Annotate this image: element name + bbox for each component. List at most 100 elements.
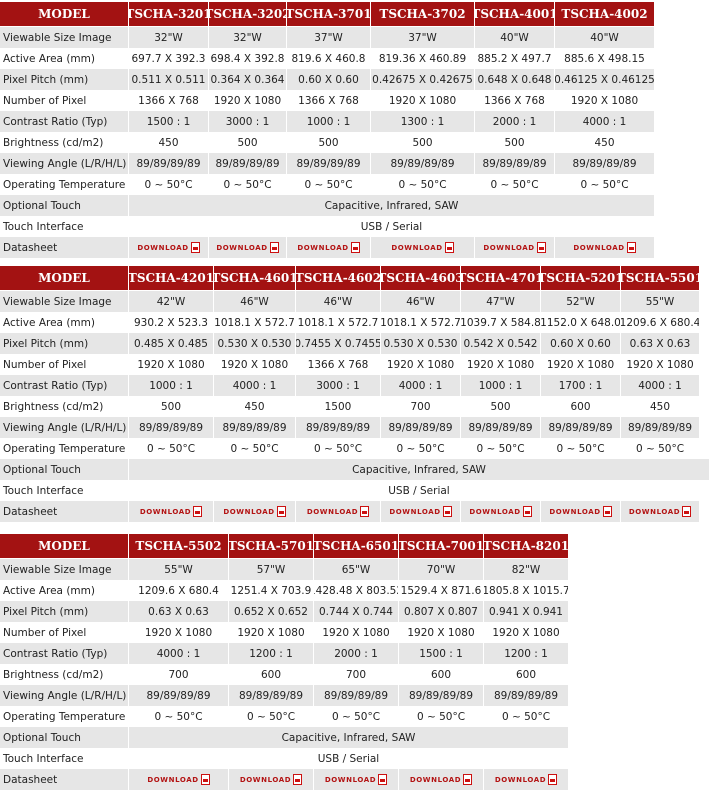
pdf-icon — [360, 506, 370, 517]
spec-row: Brightness (cd/m2) 700 600 700 600 600 — [0, 664, 569, 685]
spec-value: 4000 : 1 — [381, 375, 461, 396]
spec-value: 1529.4 X 871.6 — [399, 580, 484, 601]
spec-value: 600 — [484, 664, 569, 685]
datasheet-row: Datasheet DOWNLOAD DOWNLOAD DOWNLOAD DOWNLOA… — [0, 769, 569, 790]
spec-value: 1700 : 1 — [541, 375, 621, 396]
spec-label: Brightness (cd/m2) — [0, 396, 129, 417]
spec-value: USB / Serial — [129, 748, 569, 769]
spec-value: 4000 : 1 — [214, 375, 296, 396]
spec-value: 89/89/89/89 — [214, 417, 296, 438]
spec-value: 450 — [214, 396, 296, 417]
datasheet-cell: DOWNLOAD — [621, 501, 700, 522]
spec-value: 0.485 X 0.485 — [129, 333, 214, 354]
spec-value: 0 ~ 50°C — [555, 174, 655, 195]
spec-label: Pixel Pitch (mm) — [0, 601, 129, 622]
spec-value: 1805.8 X 1015.7 — [484, 580, 569, 601]
download-label: DOWNLOAD — [494, 775, 547, 784]
spec-value: 1209.6 X 680.4 — [129, 580, 229, 601]
download-link[interactable]: DOWNLOAD — [137, 242, 200, 253]
spec-label: Viewable Size Image — [0, 559, 129, 580]
spec-value: 0.63 X 0.63 — [129, 601, 229, 622]
spec-value: 0 ~ 50°C — [129, 438, 214, 459]
pdf-icon — [442, 506, 452, 517]
spec-value: 4000 : 1 — [129, 643, 229, 664]
download-label: DOWNLOAD — [324, 775, 377, 784]
model-name: TSCHA-5502 — [129, 534, 229, 558]
model-header: MODEL — [0, 266, 129, 290]
download-link[interactable]: DOWNLOAD — [410, 774, 473, 785]
spec-label: Brightness (cd/m2) — [0, 132, 129, 153]
spec-value: 0.530 X 0.530 — [214, 333, 296, 354]
spec-label: Number of Pixel — [0, 622, 129, 643]
spec-label: Brightness (cd/m2) — [0, 664, 129, 685]
model-name: TSCHA-3702 — [371, 2, 475, 26]
download-link[interactable]: DOWNLOAD — [629, 506, 692, 517]
download-label: DOWNLOAD — [147, 775, 199, 784]
download-link[interactable]: DOWNLOAD — [297, 242, 360, 253]
datasheet-cell: DOWNLOAD — [229, 769, 314, 790]
spec-label: Pixel Pitch (mm) — [0, 333, 129, 354]
download-link[interactable]: DOWNLOAD — [140, 506, 203, 517]
datasheet-cell: DOWNLOAD — [484, 769, 569, 790]
pdf-icon — [190, 242, 200, 253]
download-link[interactable]: DOWNLOAD — [573, 242, 636, 253]
download-link[interactable]: DOWNLOAD — [223, 506, 286, 517]
spec-value: 3000 : 1 — [209, 111, 287, 132]
spec-value: 89/89/89/89 — [296, 417, 381, 438]
spec-value: 0.530 X 0.530 — [381, 333, 461, 354]
spec-value: 37"W — [371, 27, 475, 48]
datasheet-cell: DOWNLOAD — [296, 501, 381, 522]
spec-row: Active Area (mm) 1209.6 X 680.4 1251.4 X 7… — [0, 580, 569, 601]
optional-touch-row: Optional Touch Capacitive, Infrared, SAW — [0, 195, 655, 216]
spec-row: Viewing Angle (L/R/H/L) 89/89/89/89 89/89/… — [0, 685, 569, 706]
spec-value: 885.6 X 498.15 — [555, 48, 655, 69]
spec-value: 0 ~ 50°C — [296, 438, 381, 459]
spec-value: 1209.6 X 680.4 — [621, 312, 700, 333]
spec-value: 697.7 X 392.3 — [129, 48, 209, 69]
spec-value: 2000 : 1 — [475, 111, 555, 132]
spec-value: 1920 X 1080 — [461, 354, 541, 375]
download-link[interactable]: DOWNLOAD — [307, 506, 370, 517]
spec-value: 0 ~ 50°C — [399, 706, 484, 727]
download-label: DOWNLOAD — [389, 507, 441, 516]
spec-row: Viewing Angle (L/R/H/L) 89/89/89/89 89/89/… — [0, 153, 655, 174]
model-name: TSCHA-6501 — [314, 534, 399, 558]
spec-value: 65"W — [314, 559, 399, 580]
spec-label: Active Area (mm) — [0, 48, 129, 69]
spec-value: 70"W — [399, 559, 484, 580]
spec-value: 1018.1 X 572.7 — [296, 312, 381, 333]
download-label: DOWNLOAD — [573, 243, 625, 252]
spec-label: Viewing Angle (L/R/H/L) — [0, 153, 129, 174]
spec-label: Viewable Size Image — [0, 291, 129, 312]
spec-value: 500 — [209, 132, 287, 153]
download-link[interactable]: DOWNLOAD — [483, 242, 546, 253]
spec-value: 600 — [399, 664, 484, 685]
download-link[interactable]: DOWNLOAD — [494, 774, 558, 785]
datasheet-cell: DOWNLOAD — [209, 237, 287, 258]
spec-label: Viewing Angle (L/R/H/L) — [0, 685, 129, 706]
download-link[interactable]: DOWNLOAD — [391, 242, 454, 253]
download-link[interactable]: DOWNLOAD — [549, 506, 612, 517]
spec-row: Viewable Size Image 55"W 57"W 65"W 70"W 82"W — [0, 559, 569, 580]
spec-value: 42"W — [129, 291, 214, 312]
pdf-icon — [682, 506, 692, 517]
spec-value: 0 ~ 50°C — [621, 438, 700, 459]
spec-value: 1251.4 X 703.9 — [229, 580, 314, 601]
download-link[interactable]: DOWNLOAD — [389, 506, 452, 517]
spec-label: Viewable Size Image — [0, 27, 129, 48]
spec-label: Datasheet — [0, 501, 129, 522]
download-link[interactable]: DOWNLOAD — [469, 506, 532, 517]
spec-value: 500 — [475, 132, 555, 153]
spec-value: 89/89/89/89 — [229, 685, 314, 706]
download-link[interactable]: DOWNLOAD — [216, 242, 279, 253]
spec-row: Viewing Angle (L/R/H/L) 89/89/89/89 89/89/… — [0, 417, 710, 438]
touch-interface-row: Touch Interface USB / Serial — [0, 748, 569, 769]
spec-value: 600 — [541, 396, 621, 417]
datasheet-cell: DOWNLOAD — [555, 237, 655, 258]
download-link[interactable]: DOWNLOAD — [147, 774, 210, 785]
table-header-row: MODEL TSCHA-5502 TSCHA-5701 TSCHA-6501 TSCHA… — [0, 534, 569, 558]
spec-value: 89/89/89/89 — [287, 153, 371, 174]
download-link[interactable]: DOWNLOAD — [324, 774, 388, 785]
download-link[interactable]: DOWNLOAD — [240, 774, 303, 785]
optional-touch-row: Optional Touch Capacitive, Infrared, SAW — [0, 459, 710, 480]
